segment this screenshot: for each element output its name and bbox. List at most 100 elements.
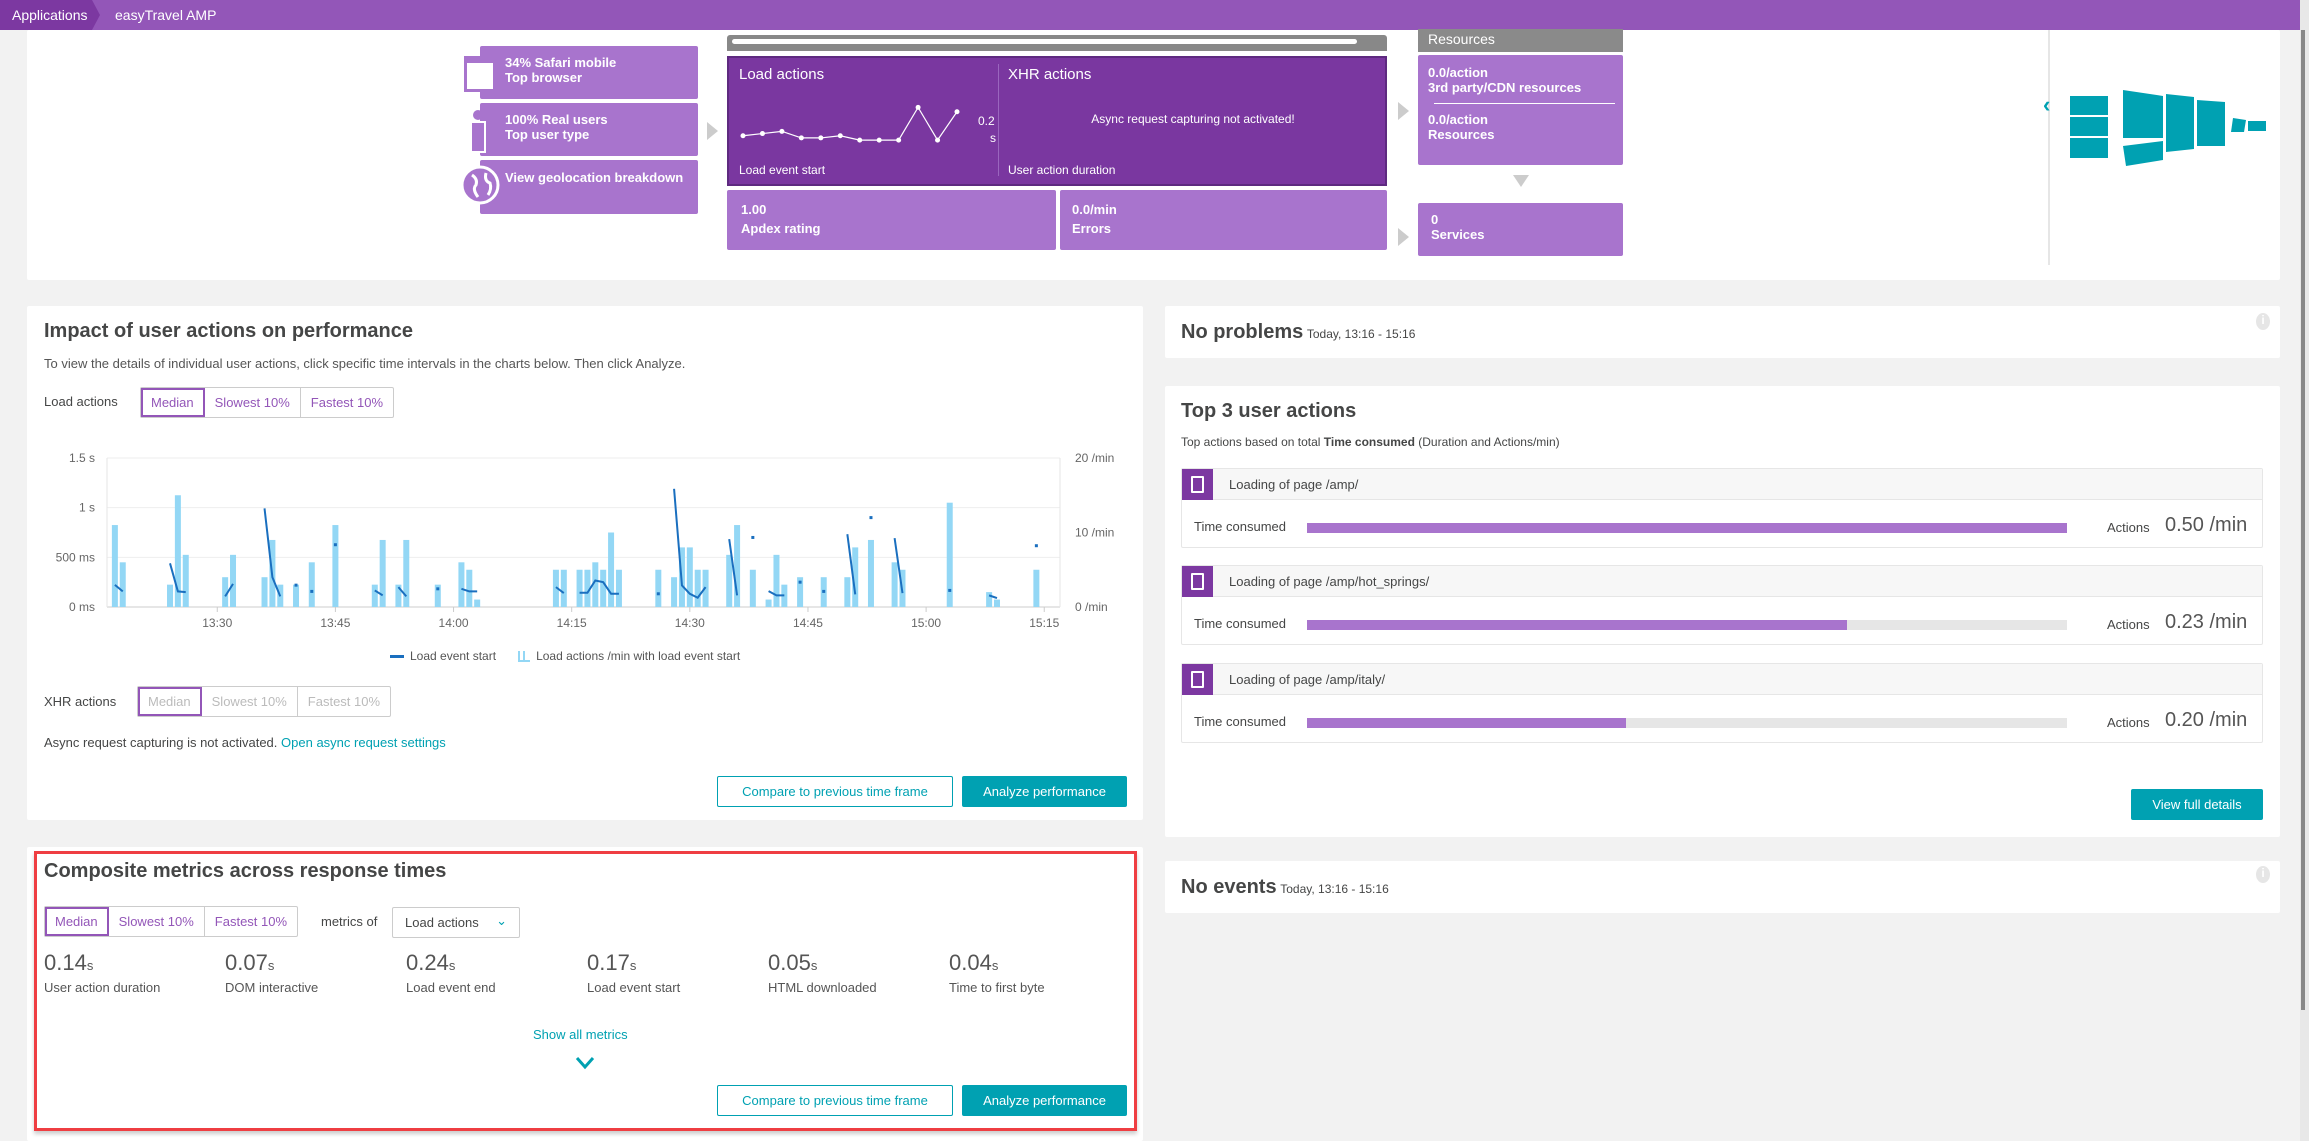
- chevron-left-icon[interactable]: ‹: [2043, 92, 2050, 118]
- actions-rate: 0.50 /min: [2165, 514, 2248, 536]
- bar[interactable]: [261, 577, 268, 607]
- bar[interactable]: [332, 525, 339, 607]
- bar[interactable]: [293, 584, 300, 607]
- bar[interactable]: [765, 599, 772, 607]
- metric-item[interactable]: 0.04s Time to first byte: [949, 950, 1130, 995]
- bar[interactable]: [403, 539, 410, 607]
- bar[interactable]: [615, 569, 622, 607]
- page-load-icon: [1182, 565, 1213, 597]
- bar[interactable]: [867, 539, 874, 607]
- compare-button[interactable]: Compare to previous time frame: [717, 776, 953, 807]
- metric-item[interactable]: 0.17s Load event start: [587, 950, 768, 995]
- tab-median[interactable]: Median: [141, 388, 205, 417]
- metric-item[interactable]: 0.05s HTML downloaded: [768, 950, 949, 995]
- view-full-details-button[interactable]: View full details: [2131, 789, 2263, 820]
- metric-item[interactable]: 0.24s Load event end: [406, 950, 587, 995]
- bar[interactable]: [379, 539, 386, 607]
- bar[interactable]: [749, 569, 756, 607]
- errors-value: 0.0/min: [1072, 202, 1117, 217]
- errors-tile[interactable]: 0.0/min Errors: [1060, 190, 1387, 250]
- browser-icon: [464, 56, 496, 92]
- info-icon[interactable]: i: [2256, 866, 2270, 883]
- composite-tab-fastest[interactable]: Fastest 10%: [205, 907, 297, 936]
- load-actions-title[interactable]: Load actions: [739, 66, 824, 83]
- metric-item[interactable]: 0.14s User action duration: [44, 950, 225, 995]
- async-settings-link[interactable]: Open async request settings: [281, 735, 446, 750]
- bar[interactable]: [458, 562, 465, 607]
- legend-bars[interactable]: Load actions /min with load event start: [518, 649, 740, 663]
- analyze-button[interactable]: Analyze performance: [962, 776, 1127, 807]
- composite-analyze-button[interactable]: Analyze performance: [962, 1085, 1127, 1116]
- action-type-dropdown[interactable]: Load actions ⌄: [392, 907, 520, 938]
- metric-value: 0.14s: [44, 950, 94, 975]
- bar[interactable]: [655, 569, 662, 607]
- line-point: [333, 543, 337, 547]
- bar[interactable]: [111, 525, 118, 607]
- tab-fastest[interactable]: Fastest 10%: [301, 388, 393, 417]
- top-user-type-tile[interactable]: 100% Real users Top user type: [480, 103, 698, 156]
- bar[interactable]: [466, 569, 473, 607]
- bar[interactable]: [671, 577, 678, 607]
- resources-tile[interactable]: 0.0/action 3rd party/CDN resources 0.0/a…: [1418, 55, 1623, 165]
- bar[interactable]: [182, 554, 189, 607]
- xhr-actions-title[interactable]: XHR actions: [1008, 66, 1091, 83]
- apdex-tile[interactable]: 1.00 Apdex rating: [727, 190, 1056, 250]
- browser-frame-bar: [727, 35, 1387, 51]
- bar[interactable]: [694, 569, 701, 607]
- bar[interactable]: [686, 547, 693, 607]
- load-actions-chart[interactable]: 0 ms 500 ms 1 s 1.5 s 0 /min 10 /min 20 /min 13…: [40, 445, 1140, 675]
- composite-compare-button[interactable]: Compare to previous time frame: [717, 1085, 953, 1116]
- top-browser-tile[interactable]: 34% Safari mobile Top browser: [480, 46, 698, 99]
- bar[interactable]: [773, 554, 780, 607]
- bar[interactable]: [119, 562, 126, 607]
- user-action-name[interactable]: Loading of page /amp/: [1229, 477, 1358, 492]
- bar[interactable]: [986, 592, 993, 607]
- bar[interactable]: [576, 569, 583, 607]
- third-party-label: 3rd party/CDN resources: [1428, 80, 1582, 95]
- sparkline-point: [857, 137, 863, 143]
- info-icon[interactable]: i: [2256, 313, 2270, 330]
- chart-legend: Load event start Load actions /min with …: [390, 649, 740, 663]
- bar[interactable]: [230, 554, 237, 607]
- bar[interactable]: [844, 577, 851, 607]
- bar[interactable]: [308, 562, 315, 607]
- funnel-minimap-icon[interactable]: [2068, 88, 2268, 168]
- bar[interactable]: [371, 584, 378, 607]
- tab-slowest[interactable]: Slowest 10%: [205, 388, 301, 417]
- metric-item[interactable]: 0.07s DOM interactive: [225, 950, 406, 995]
- line-point: [822, 589, 826, 593]
- bar[interactable]: [1033, 569, 1040, 607]
- breadcrumb-applications[interactable]: Applications: [12, 0, 88, 30]
- actions-label: Actions: [2107, 715, 2150, 730]
- chevron-down-icon[interactable]: [575, 1056, 595, 1070]
- events-time: Today, 13:16 - 15:16: [1280, 882, 1389, 896]
- xhr-tab-fastest[interactable]: Fastest 10%: [298, 687, 390, 716]
- services-tile[interactable]: 0 Services: [1418, 203, 1623, 256]
- user-action-name[interactable]: Loading of page /amp/hot_springs/: [1229, 574, 1429, 589]
- bar[interactable]: [600, 569, 607, 607]
- user-action-item[interactable]: Loading of page /amp/italy/ Time consume…: [1181, 663, 2263, 743]
- bar[interactable]: [608, 532, 615, 608]
- user-action-item[interactable]: Loading of page /amp/hot_springs/ Time c…: [1181, 565, 2263, 645]
- show-all-metrics-link[interactable]: Show all metrics: [533, 1027, 628, 1042]
- composite-tab-median[interactable]: Median: [45, 907, 109, 936]
- bar[interactable]: [167, 584, 174, 607]
- scrollbar[interactable]: [2300, 0, 2309, 1141]
- metric-label: DOM interactive: [225, 980, 319, 995]
- xhr-tab-median[interactable]: Median: [138, 687, 202, 716]
- legend-line[interactable]: Load event start: [390, 649, 496, 663]
- user-action-item[interactable]: Loading of page /amp/ Time consumed Acti…: [1181, 468, 2263, 548]
- composite-tab-slowest[interactable]: Slowest 10%: [109, 907, 205, 936]
- geolocation-tile[interactable]: View geolocation breakdown: [480, 160, 698, 214]
- bar[interactable]: [474, 599, 481, 607]
- sparkline-point: [818, 135, 824, 141]
- bar[interactable]: [891, 562, 898, 607]
- bar[interactable]: [560, 569, 567, 607]
- arrow-right-icon: [1398, 228, 1409, 246]
- x-tick-label: 13:30: [202, 616, 232, 630]
- user-action-name[interactable]: Loading of page /amp/italy/: [1229, 672, 1385, 687]
- bar[interactable]: [726, 554, 733, 607]
- breadcrumb-app[interactable]: easyTravel AMP: [115, 0, 216, 30]
- bar[interactable]: [993, 599, 1000, 607]
- xhr-tab-slowest[interactable]: Slowest 10%: [202, 687, 298, 716]
